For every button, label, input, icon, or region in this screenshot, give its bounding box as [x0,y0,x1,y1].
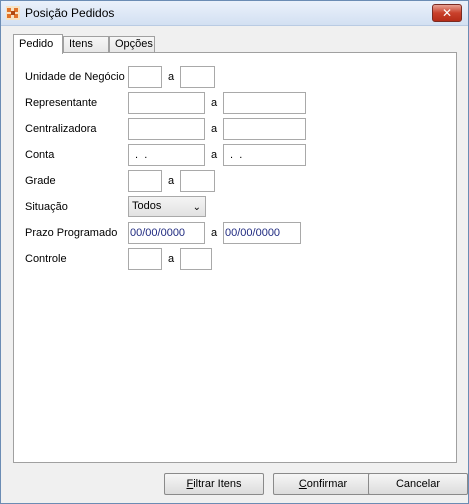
controle-label: Controle [25,253,67,265]
range-separator: a [168,71,175,83]
unidade-negocio-from-input[interactable] [128,66,162,88]
situacao-label: Situação [25,201,68,213]
range-separator: a [211,149,218,161]
range-separator: a [211,227,218,239]
dialog-window: Posição Pedidos ✕ Pedido Itens Opções Un… [0,0,469,504]
tab-opcoes[interactable]: Opções [109,36,155,53]
cancelar-button[interactable]: Cancelar [368,473,468,495]
prazo-programado-from-input[interactable]: 00/00/0000 [128,222,205,244]
tab-itens-label: Itens [69,38,93,50]
grade-label: Grade [25,175,56,187]
centralizadora-label: Centralizadora [25,123,97,135]
representante-to-input[interactable] [223,92,306,114]
unidade-negocio-to-input[interactable] [180,66,215,88]
grade-to-input[interactable] [180,170,215,192]
centralizadora-to-input[interactable] [223,118,306,140]
range-separator: a [168,175,175,187]
tab-pedido-label: Pedido [19,38,54,50]
close-button[interactable]: ✕ [432,4,462,22]
confirmar-label: onfirmar [306,478,348,490]
grade-from-input[interactable] [128,170,162,192]
filtrar-itens-button[interactable]: Filtrar Itens [164,473,264,495]
conta-label: Conta [25,149,55,161]
chevron-down-icon: ⌄ [192,202,201,213]
situacao-select[interactable]: Todos ⌄ [128,196,206,217]
situacao-selected-value: Todos [132,200,162,212]
conta-from-input[interactable]: . . [128,144,205,166]
controle-from-input[interactable] [128,248,162,270]
app-icon [6,6,20,20]
tab-pedido[interactable]: Pedido [13,34,63,54]
unidade-negocio-label: Unidade de Negócio [25,71,125,83]
range-separator: a [211,97,218,109]
title-bar[interactable]: Posição Pedidos ✕ [1,1,468,26]
window-title: Posição Pedidos [25,6,115,20]
tab-panel-pedido: Unidade de Negócio a Representante a Cen… [13,52,457,463]
prazo-programado-label: Prazo Programado [25,227,118,239]
confirmar-button[interactable]: Confirmar [273,473,373,495]
tab-opcoes-label: Opções [115,38,153,50]
representante-label: Representante [25,97,98,109]
centralizadora-from-input[interactable] [128,118,205,140]
representante-from-input[interactable] [128,92,205,114]
filtrar-itens-label: iltrar Itens [193,478,242,490]
prazo-programado-to-input[interactable]: 00/00/0000 [223,222,301,244]
conta-to-input[interactable]: . . [223,144,306,166]
confirmar-accel: C [298,478,307,490]
controle-to-input[interactable] [180,248,212,270]
range-separator: a [168,253,175,265]
range-separator: a [211,123,218,135]
tab-itens[interactable]: Itens [63,36,109,53]
cancelar-label: Cancelar [395,478,441,490]
close-icon: ✕ [441,6,453,20]
